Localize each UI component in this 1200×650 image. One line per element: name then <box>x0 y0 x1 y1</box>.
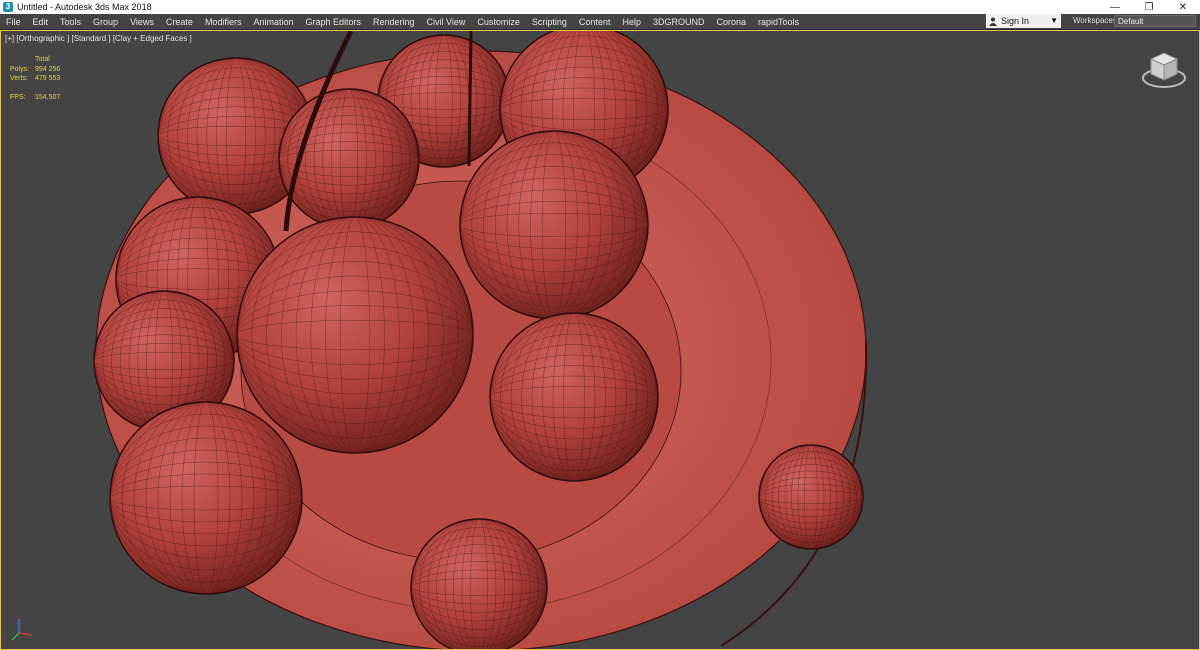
sphere-mesh[interactable] <box>489 312 659 482</box>
stats-fps-value: 154,507 <box>35 93 61 101</box>
stats-polys-label: Polys: <box>10 65 30 73</box>
viewport-statistics: Total Polys: 994 256 Verts: 479 553 FPS: 15… <box>10 55 60 102</box>
menu-create[interactable]: Create <box>160 17 199 27</box>
menu-civil-view[interactable]: Civil View <box>421 17 472 27</box>
sign-in-label: Sign In <box>1001 16 1030 26</box>
menu-rapidtools[interactable]: rapidTools <box>752 17 805 27</box>
menu-group[interactable]: Group <box>87 17 124 27</box>
sphere-mesh[interactable] <box>758 444 864 550</box>
viewport-perspective[interactable]: [+] [Orthographic ] [Standard ] [Clay + … <box>0 30 1200 650</box>
menu-scripting[interactable]: Scripting <box>526 17 573 27</box>
viewport-label-menu[interactable]: [+] [Orthographic ] [Standard ] [Clay + … <box>5 34 192 43</box>
viewcube-icon[interactable] <box>1141 47 1187 93</box>
menu-edit[interactable]: Edit <box>27 17 55 27</box>
sphere-mesh[interactable] <box>410 518 548 650</box>
axis-tripod-icon <box>11 619 33 641</box>
menu-modifiers[interactable]: Modifiers <box>199 17 248 27</box>
menu-animation[interactable]: Animation <box>247 17 299 27</box>
window-controls: — ❐ ✕ <box>1098 0 1200 14</box>
menu-file[interactable]: File <box>0 17 27 27</box>
menu-help[interactable]: Help <box>616 17 647 27</box>
user-icon <box>989 17 997 26</box>
close-button[interactable]: ✕ <box>1166 0 1200 14</box>
stats-header: Total <box>35 56 50 63</box>
stats-fps-label: FPS: <box>10 93 26 101</box>
menu-tools[interactable]: Tools <box>54 17 87 27</box>
menu-3dground[interactable]: 3DGROUND <box>647 17 711 27</box>
title-bar: 3 Untitled - Autodesk 3ds Max 2018 — ❐ ✕ <box>0 0 1200 14</box>
stats-verts-value: 479 553 <box>35 75 61 82</box>
stats-polys-value: 994 256 <box>35 65 61 73</box>
sign-in-dropdown[interactable]: Sign In ▼ <box>986 14 1061 28</box>
scene-render <box>93 31 868 650</box>
stats-verts-label: Verts: <box>10 75 28 82</box>
menu-graph-editors[interactable]: Graph Editors <box>299 17 367 27</box>
sphere-mesh[interactable] <box>459 130 649 320</box>
window-title: Untitled - Autodesk 3ds Max 2018 <box>17 2 152 12</box>
sphere-mesh[interactable] <box>109 401 303 595</box>
minimize-button[interactable]: — <box>1098 0 1132 14</box>
maximize-button[interactable]: ❐ <box>1132 0 1166 14</box>
menu-rendering[interactable]: Rendering <box>367 17 421 27</box>
sphere-mesh[interactable] <box>236 216 474 454</box>
workspaces-select[interactable]: Default <box>1114 15 1196 27</box>
chevron-down-icon: ▼ <box>1050 16 1058 25</box>
menu-corona[interactable]: Corona <box>710 17 752 27</box>
menu-customize[interactable]: Customize <box>471 17 526 27</box>
menu-content[interactable]: Content <box>573 17 617 27</box>
app-icon[interactable]: 3 <box>3 2 13 12</box>
menu-views[interactable]: Views <box>124 17 160 27</box>
workspaces-label: Workspaces: <box>1073 16 1120 25</box>
